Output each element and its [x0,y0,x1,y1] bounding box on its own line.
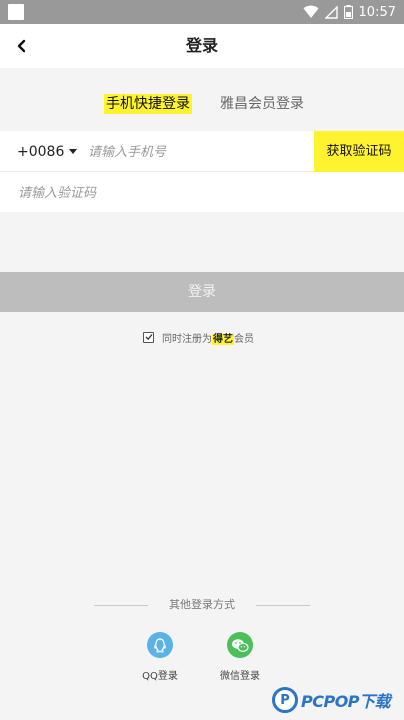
login-tabs: 手机快捷登录 雅昌会员登录 [0,68,404,130]
register-agreement[interactable]: 同时注册为得艺会员 [143,329,254,345]
phone-input[interactable] [88,131,310,172]
agreement-brand: 得艺 [212,333,234,345]
pcpop-logo-icon: P [272,687,298,713]
country-code-select[interactable]: +0086 [17,131,78,172]
other-login-divider: 其他登录方式 [0,596,404,614]
divider-line-right [256,605,310,606]
code-row [0,172,404,212]
wechat-login-label: 微信登录 [220,671,260,682]
agreement-prefix: 同时注册为 [162,333,212,345]
notification-icon [8,4,24,20]
watermark-text: PCPOP下载 [301,692,391,711]
qq-icon [147,632,173,658]
pcpop-watermark: P PCPOP下载 [272,682,402,718]
caret-down-icon [69,149,78,154]
status-bar: 10:57 [0,0,404,24]
page-title: 登录 [185,36,218,55]
verification-code-input[interactable] [18,172,388,212]
agreement-checkbox[interactable] [143,331,154,343]
check-icon [145,334,153,341]
signal-icon [324,5,338,19]
get-code-button[interactable]: 获取验证码 [314,131,404,172]
other-login-label: 其他登录方式 [169,598,235,611]
status-time: 10:57 [358,4,396,20]
tab-phone-quick-login[interactable]: 手机快捷登录 [104,94,192,114]
wechat-icon [227,632,253,658]
login-button[interactable]: 登录 [0,272,404,312]
battery-icon [343,5,353,19]
wifi-icon [303,5,319,18]
qq-login-button[interactable]: QQ登录 [130,632,190,688]
phone-row: +0086 获取验证码 [0,131,404,172]
tab-member-login[interactable]: 雅昌会员登录 [220,94,304,114]
country-code-value: +0086 [17,143,65,160]
status-indicators: 10:57 [303,0,396,24]
header: 登录 [0,24,404,68]
agreement-suffix: 会员 [234,333,254,345]
wechat-login-button[interactable]: 微信登录 [210,632,270,688]
qq-login-label: QQ登录 [142,671,178,682]
agreement-text: 同时注册为得艺会员 [162,330,254,345]
